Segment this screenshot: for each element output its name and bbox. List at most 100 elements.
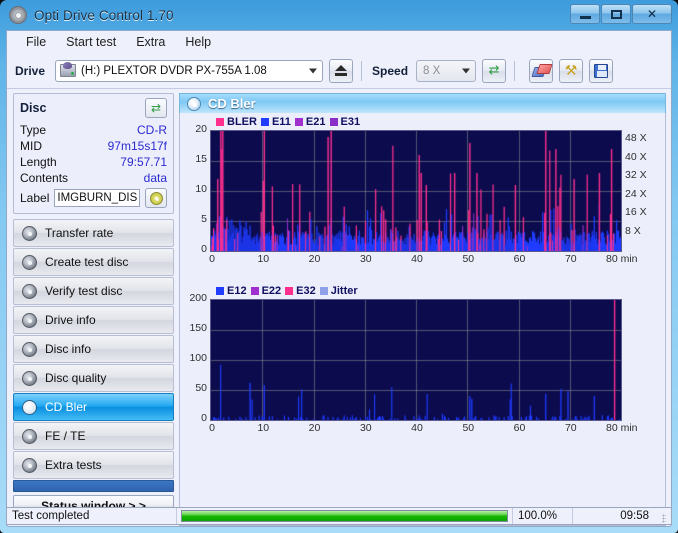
disc-icon bbox=[22, 283, 37, 299]
legend-label: E31 bbox=[340, 116, 361, 128]
sidebar-item-disc-info[interactable]: Disc info bbox=[13, 335, 174, 363]
axis-tick-label: 40 X bbox=[625, 150, 647, 163]
axis-tick-label: 150 bbox=[189, 322, 207, 334]
disc-key: Type bbox=[20, 123, 47, 137]
axis-tick-label: 24 X bbox=[625, 187, 647, 200]
legend-label: Jitter bbox=[330, 285, 358, 297]
disc-icon bbox=[187, 96, 201, 111]
sidebar-item-transfer-rate[interactable]: Transfer rate bbox=[13, 219, 174, 247]
axis-tick-label: 50 bbox=[195, 382, 207, 394]
sidebar-item-verify-test-disc[interactable]: Verify test disc bbox=[13, 277, 174, 305]
sidebar-item-extra-tests[interactable]: Extra tests bbox=[13, 451, 174, 479]
menu-file[interactable]: File bbox=[17, 33, 55, 51]
save-button[interactable] bbox=[589, 58, 614, 83]
progress-fill bbox=[182, 511, 507, 521]
close-button[interactable]: ✕ bbox=[632, 4, 672, 24]
refresh-icon: ⇄ bbox=[488, 63, 500, 78]
maximize-button[interactable] bbox=[601, 4, 631, 24]
drive-select-value: (H:) PLEXTOR DVDR PX-755A 1.08 bbox=[81, 64, 267, 77]
menu-bar: File Start test Extra Help bbox=[7, 31, 671, 53]
legend-item-e21: E21 bbox=[294, 116, 326, 128]
disc-value: CD-R bbox=[137, 123, 167, 137]
window-title: Opti Drive Control 1.70 bbox=[34, 7, 174, 23]
body: Disc ⇄ Type CD-R MID 97m15s17f Length 79… bbox=[7, 89, 671, 526]
axis-tick-label: 16 X bbox=[625, 206, 647, 219]
minimize-icon bbox=[579, 15, 591, 19]
speed-select[interactable]: 8 X bbox=[416, 59, 477, 82]
legend-label: E22 bbox=[261, 285, 282, 297]
drive-label: Drive bbox=[15, 63, 46, 78]
axis-tick-label: 30 bbox=[359, 253, 372, 265]
legend-item-e11: E11 bbox=[260, 116, 291, 128]
menu-start-test[interactable]: Start test bbox=[57, 33, 125, 51]
axis-tick-label: 0 bbox=[209, 253, 215, 265]
disc-refresh-button[interactable]: ⇄ bbox=[145, 98, 167, 118]
sidebar-nav: Transfer rate Create test disc Verify te… bbox=[13, 219, 174, 516]
close-icon: ✕ bbox=[646, 7, 658, 21]
sidebar-item-disc-quality[interactable]: Disc quality bbox=[13, 364, 174, 392]
sidebar-item-create-test-disc[interactable]: Create test disc bbox=[13, 248, 174, 276]
axis-tick-label: 32 X bbox=[625, 169, 647, 182]
axis-tick-label: 10 bbox=[257, 253, 270, 265]
save-icon bbox=[594, 63, 609, 78]
graph-area: BLER E11 E21 E31 0 5 10 15 20 8 X 16 X 2… bbox=[179, 113, 666, 526]
disc-label-button[interactable] bbox=[145, 188, 167, 208]
axis-tick-label: 5 bbox=[201, 213, 207, 225]
legend-item-e32: E32 bbox=[285, 285, 316, 297]
axis-tick-label: 30 bbox=[359, 422, 372, 434]
disc-info-panel: Disc ⇄ Type CD-R MID 97m15s17f Length 79… bbox=[13, 93, 174, 214]
disc-label-input[interactable]: IMGBURN_DIS bbox=[54, 189, 140, 207]
menu-help[interactable]: Help bbox=[176, 33, 220, 51]
disc-icon bbox=[22, 399, 37, 415]
chart-plot-bottom bbox=[210, 299, 622, 421]
disc-row-length: Length 79:57.71 bbox=[20, 154, 167, 170]
elapsed-time: 09:58 bbox=[620, 510, 649, 522]
toolbar: Drive (H:) PLEXTOR DVDR PX-755A 1.08 Spe… bbox=[7, 53, 671, 89]
disc-key: MID bbox=[20, 139, 42, 153]
sidebar-item-fe-te[interactable]: FE / TE bbox=[13, 422, 174, 450]
drive-select[interactable]: (H:) PLEXTOR DVDR PX-755A 1.08 bbox=[55, 59, 324, 82]
eraser-icon bbox=[533, 64, 549, 77]
legend-item-e22: E22 bbox=[250, 285, 282, 297]
axis-tick-label: 200 bbox=[189, 292, 207, 304]
disc-icon bbox=[22, 254, 37, 270]
toolbar-divider-1 bbox=[361, 60, 363, 81]
refresh-button[interactable]: ⇄ bbox=[482, 58, 507, 83]
legend-swatch bbox=[285, 287, 294, 295]
speed-label: Speed bbox=[372, 63, 409, 78]
axis-tick-label: 50 bbox=[462, 422, 475, 434]
sidebar-item-label: Extra tests bbox=[45, 458, 102, 472]
axis-tick-label: 10 bbox=[195, 183, 207, 195]
legend-item-bler: BLER bbox=[216, 116, 257, 128]
erase-button[interactable] bbox=[529, 58, 554, 83]
axis-tick-label: 80 min bbox=[606, 422, 638, 434]
disc-key: Length bbox=[20, 155, 57, 169]
toolbar-divider-2 bbox=[514, 60, 516, 81]
settings-button[interactable]: ⚒ bbox=[559, 58, 584, 83]
minimize-button[interactable] bbox=[570, 4, 600, 24]
progress-track bbox=[181, 510, 508, 522]
legend-label: E32 bbox=[296, 285, 316, 297]
disc-icon bbox=[22, 457, 37, 473]
legend-item-jitter: Jitter bbox=[319, 285, 358, 297]
eject-button[interactable] bbox=[329, 58, 354, 83]
menu-extra[interactable]: Extra bbox=[127, 33, 174, 51]
sidebar-item-label: FE / TE bbox=[45, 429, 86, 443]
wrench-icon: ⚒ bbox=[564, 62, 578, 79]
legend-swatch bbox=[319, 287, 328, 295]
disc-key: Contents bbox=[20, 171, 69, 185]
disc-label-key: Label bbox=[20, 191, 50, 205]
axis-tick-label: 40 bbox=[411, 253, 423, 265]
sidebar-item-drive-info[interactable]: Drive info bbox=[13, 306, 174, 334]
disc-value: 97m15s17f bbox=[107, 139, 167, 153]
speed-select-value: 8 X bbox=[423, 64, 441, 77]
disc-row-type: Type CD-R bbox=[20, 122, 167, 138]
sidebar-item-label: Disc info bbox=[45, 342, 92, 356]
sidebar-item-cd-bler[interactable]: CD Bler bbox=[13, 393, 174, 421]
cd-icon bbox=[149, 191, 163, 205]
disc-icon bbox=[22, 225, 37, 241]
resize-grip-icon[interactable] bbox=[657, 508, 671, 524]
client-area: File Start test Extra Help Drive (H:) PL… bbox=[6, 30, 672, 527]
sidebar-item-label: Create test disc bbox=[45, 255, 129, 269]
chevron-down-icon bbox=[462, 68, 471, 73]
